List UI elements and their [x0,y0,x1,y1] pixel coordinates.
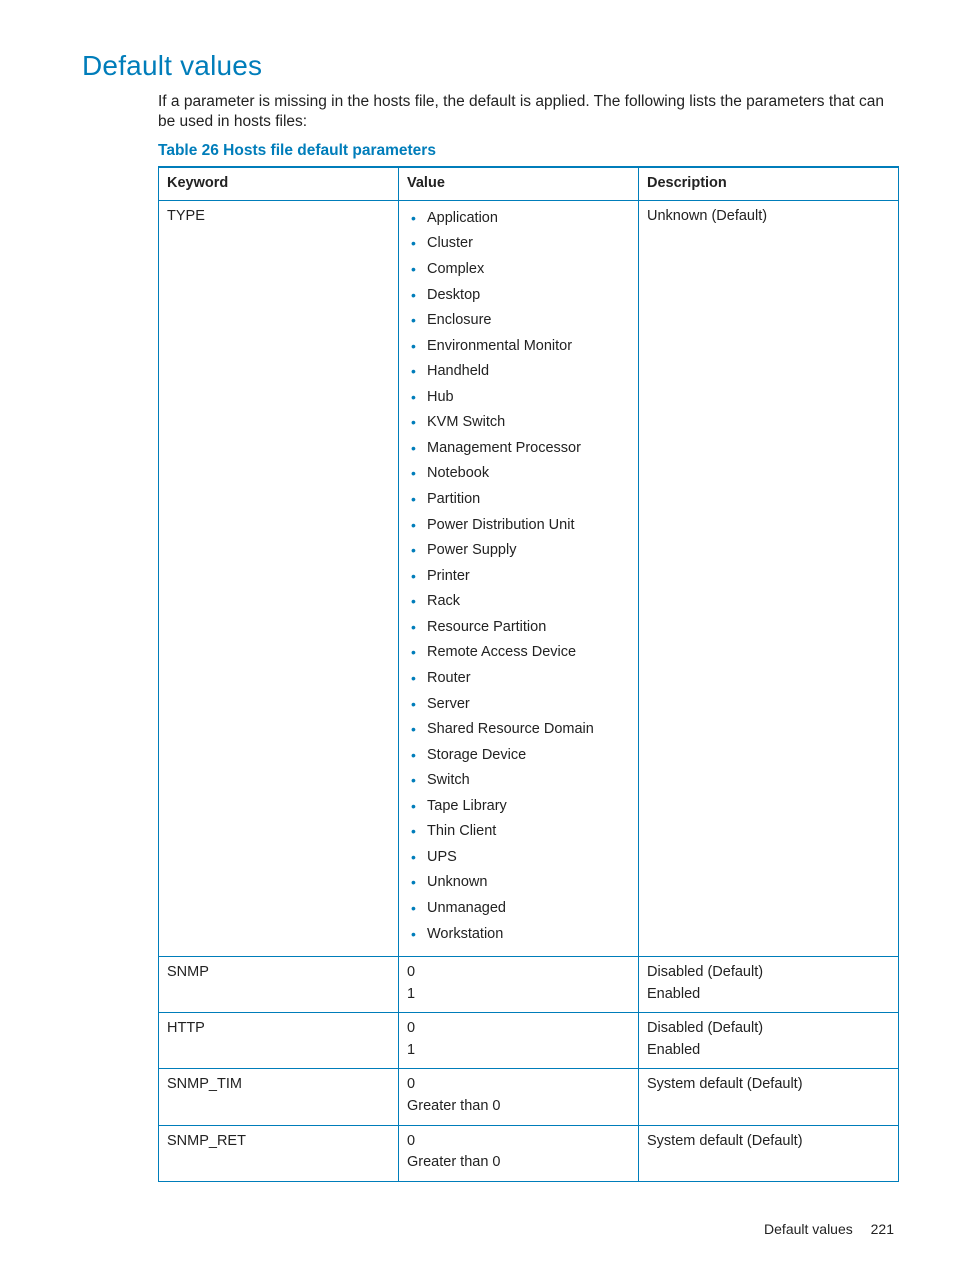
list-item: Workstation [411,925,630,945]
col-value: Value [399,167,639,200]
list-item: Server [411,695,630,715]
value-line: Greater than 0 [407,1097,630,1117]
col-description: Description [639,167,899,200]
params-table: Keyword Value Description TYPE Applicati… [158,166,899,1181]
list-item: UPS [411,848,630,868]
list-item: Shared Resource Domain [411,720,630,740]
list-item: KVM Switch [411,413,630,433]
desc-line: Enabled [647,1041,890,1061]
cell-keyword: SNMP_TIM [159,1069,399,1125]
cell-description: Disabled (Default) Enabled [639,957,899,1013]
value-line: 0 [407,1019,630,1039]
desc-line: System default (Default) [647,1075,890,1095]
footer-title: Default values [764,1221,853,1237]
desc-line: Disabled (Default) [647,1019,890,1039]
type-value-list: Application Cluster Complex Desktop Encl… [407,209,630,944]
cell-description: Disabled (Default) Enabled [639,1013,899,1069]
list-item: Complex [411,260,630,280]
list-item: Notebook [411,464,630,484]
list-item: Tape Library [411,797,630,817]
cell-description: System default (Default) [639,1125,899,1181]
table-caption: Table 26 Hosts file default parameters [158,142,894,160]
list-item: Desktop [411,286,630,306]
list-item: Unknown [411,873,630,893]
list-item: Storage Device [411,746,630,766]
list-item: Power Distribution Unit [411,516,630,536]
table-row: SNMP 0 1 Disabled (Default) Enabled [159,957,899,1013]
cell-keyword: HTTP [159,1013,399,1069]
list-item: Resource Partition [411,618,630,638]
list-item: Router [411,669,630,689]
list-item: Hub [411,388,630,408]
value-line: 1 [407,1041,630,1061]
list-item: Thin Client [411,822,630,842]
cell-keyword: SNMP [159,957,399,1013]
value-line: Greater than 0 [407,1153,630,1173]
value-line: 1 [407,985,630,1005]
list-item: Printer [411,567,630,587]
table-header-row: Keyword Value Description [159,167,899,200]
list-item: Switch [411,771,630,791]
cell-description: System default (Default) [639,1069,899,1125]
list-item: Rack [411,592,630,612]
value-line: 0 [407,963,630,983]
desc-line: Disabled (Default) [647,963,890,983]
cell-value: 0 1 [399,1013,639,1069]
value-line: 0 [407,1075,630,1095]
cell-value: 0 Greater than 0 [399,1125,639,1181]
list-item: Handheld [411,362,630,382]
table-row: SNMP_RET 0 Greater than 0 System default… [159,1125,899,1181]
list-item: Power Supply [411,541,630,561]
cell-value: Application Cluster Complex Desktop Encl… [399,200,639,956]
footer-page-number: 221 [871,1221,894,1237]
value-line: 0 [407,1132,630,1152]
table-row: HTTP 0 1 Disabled (Default) Enabled [159,1013,899,1069]
cell-description: Unknown (Default) [639,200,899,956]
col-keyword: Keyword [159,167,399,200]
list-item: Remote Access Device [411,643,630,663]
cell-keyword: SNMP_RET [159,1125,399,1181]
list-item: Application [411,209,630,229]
intro-text: If a parameter is missing in the hosts f… [158,92,894,132]
desc-line: System default (Default) [647,1132,890,1152]
cell-keyword: TYPE [159,200,399,956]
table-row: TYPE Application Cluster Complex Desktop… [159,200,899,956]
table-row: SNMP_TIM 0 Greater than 0 System default… [159,1069,899,1125]
page-footer: Default values 221 [764,1221,894,1237]
cell-value: 0 Greater than 0 [399,1069,639,1125]
list-item: Environmental Monitor [411,337,630,357]
list-item: Management Processor [411,439,630,459]
list-item: Cluster [411,234,630,254]
page-title: Default values [82,50,894,82]
list-item: Partition [411,490,630,510]
list-item: Unmanaged [411,899,630,919]
list-item: Enclosure [411,311,630,331]
cell-value: 0 1 [399,957,639,1013]
desc-line: Enabled [647,985,890,1005]
